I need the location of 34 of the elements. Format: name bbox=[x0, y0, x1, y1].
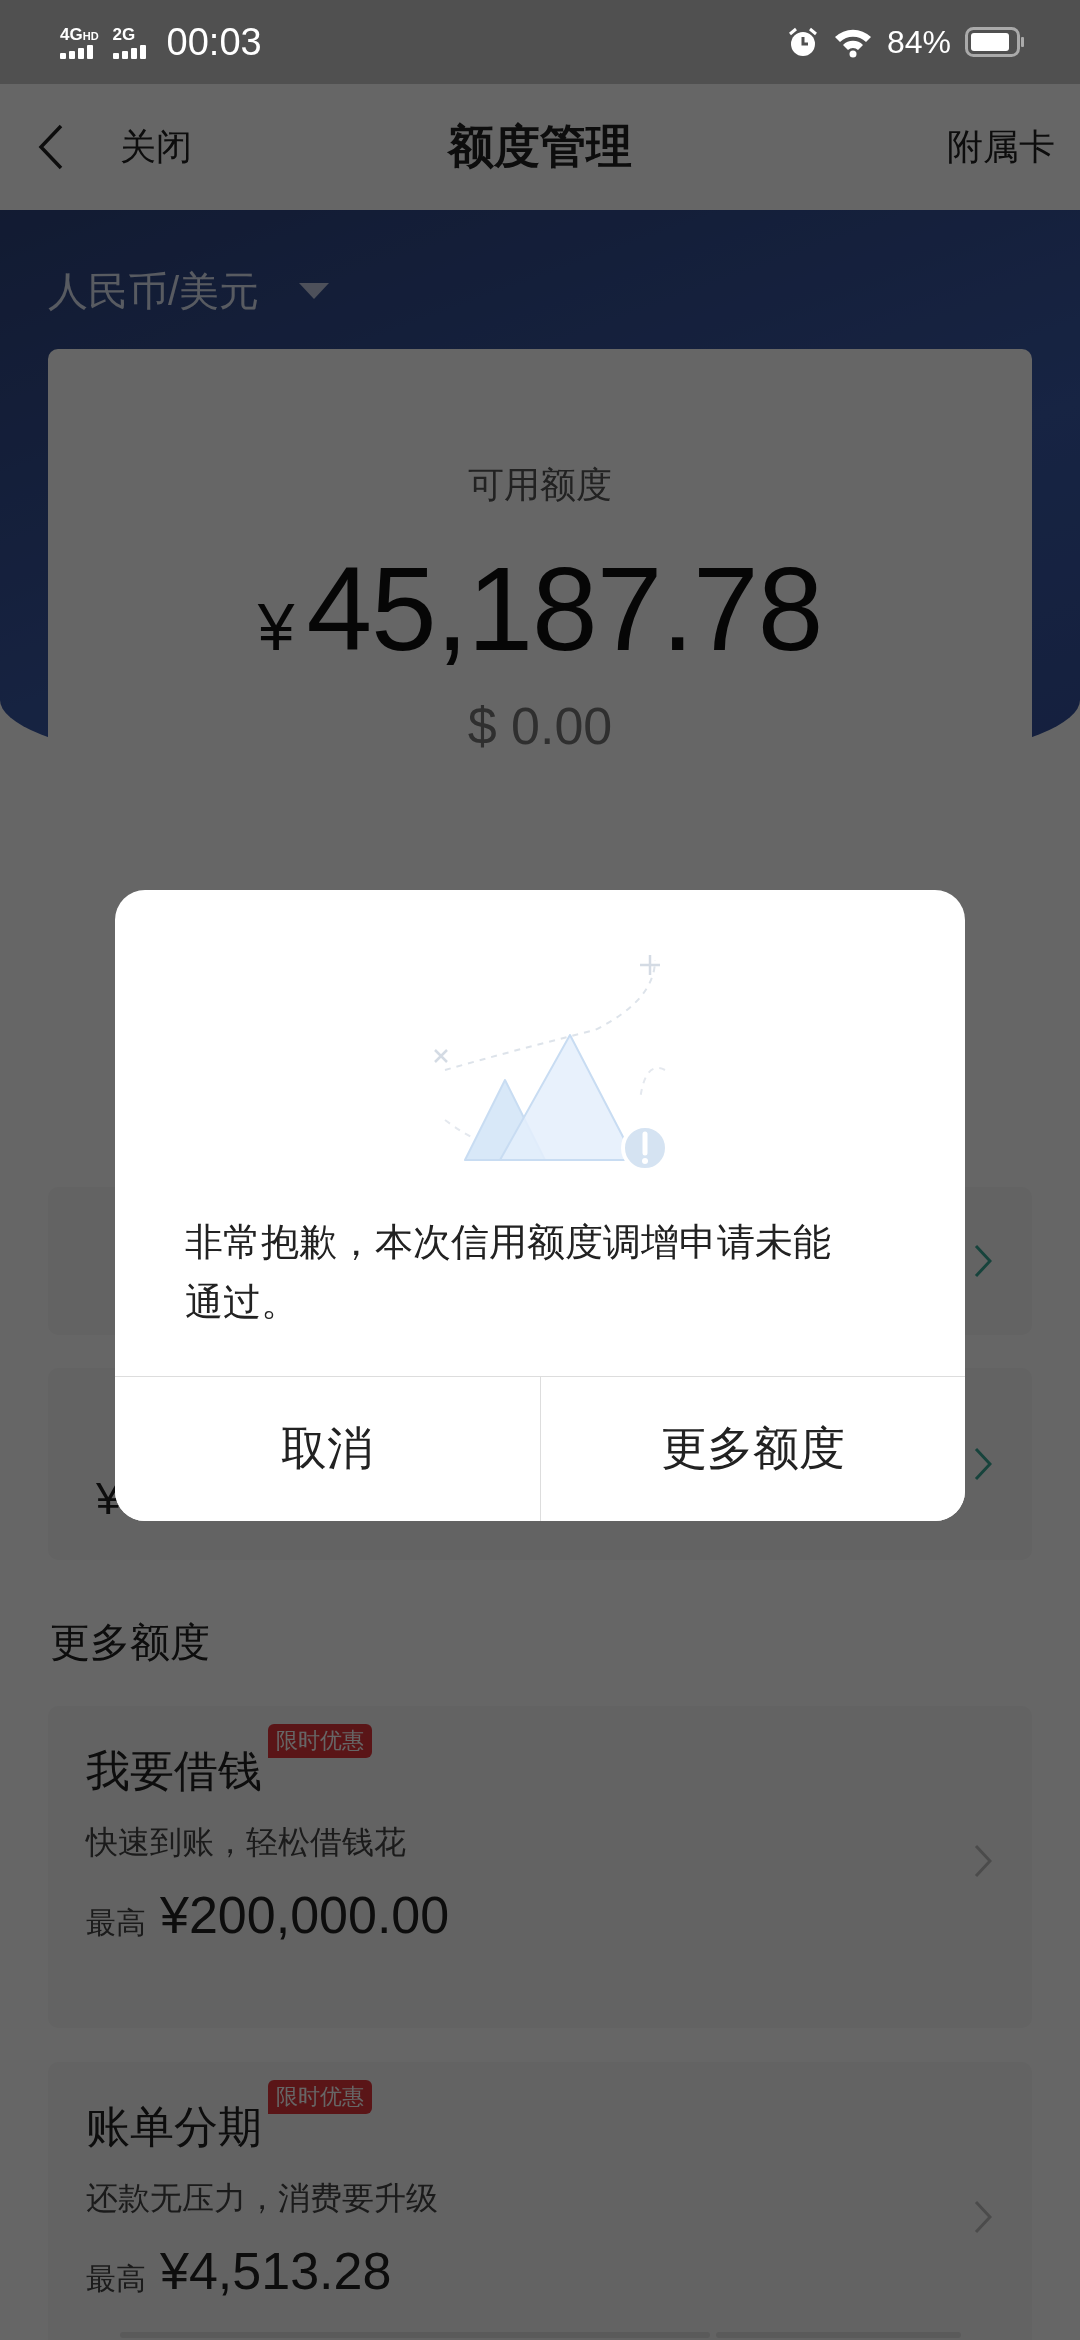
back-icon[interactable] bbox=[38, 124, 64, 170]
promo-badge: 限时优惠 bbox=[268, 2080, 372, 2114]
currency-symbol: ¥ bbox=[257, 589, 295, 665]
chevron-icon bbox=[974, 2200, 992, 2234]
signal-icon bbox=[60, 44, 96, 59]
available-label: 可用额度 bbox=[468, 463, 612, 507]
network-label: 4GHD bbox=[60, 25, 99, 43]
supplementary-card-link[interactable]: 附属卡 bbox=[947, 122, 1055, 172]
close-link[interactable]: 关闭 bbox=[120, 122, 192, 172]
offer-title: 账单分期 bbox=[86, 2101, 262, 2153]
amount-prefix: 最高 bbox=[86, 1905, 146, 1941]
dialog-button[interactable]: 更多额度 bbox=[539, 1377, 965, 1521]
network-label: 2G bbox=[112, 25, 136, 43]
currency-dropdown[interactable]: 人民币/美元 bbox=[48, 260, 330, 322]
available-amount: 45,187.78 bbox=[306, 550, 823, 668]
signal-icon bbox=[112, 44, 149, 59]
chevron-icon bbox=[974, 1844, 992, 1878]
alarm-icon bbox=[786, 26, 819, 58]
chevron-icon bbox=[974, 1244, 992, 1278]
battery-icon bbox=[965, 27, 1025, 57]
dialog-message: 非常抱歉，本次信用额度调增申请未能通过。 bbox=[185, 1220, 832, 1325]
chevron-icon bbox=[974, 1447, 992, 1481]
amount-prefix: 最高 bbox=[86, 2261, 146, 2297]
section-title: 更多额度 bbox=[50, 1619, 211, 1666]
battery-percent: 84% bbox=[886, 23, 951, 61]
offer-amount: ¥200,000.00 bbox=[160, 1885, 450, 1945]
offer-title: 我要借钱 bbox=[86, 1745, 262, 1797]
promo-badge: 限时优惠 bbox=[268, 1724, 372, 1758]
clock-time: 00:03 bbox=[166, 20, 262, 64]
offer-subtitle: 快速到账，轻松借钱花 bbox=[86, 1823, 407, 1862]
caret-icon bbox=[299, 283, 330, 299]
page-title: 额度管理 bbox=[448, 119, 632, 174]
offer-subtitle: 还款无压力，消费要升级 bbox=[86, 2179, 438, 2218]
offer-amount: ¥4,513.28 bbox=[160, 2241, 392, 2301]
